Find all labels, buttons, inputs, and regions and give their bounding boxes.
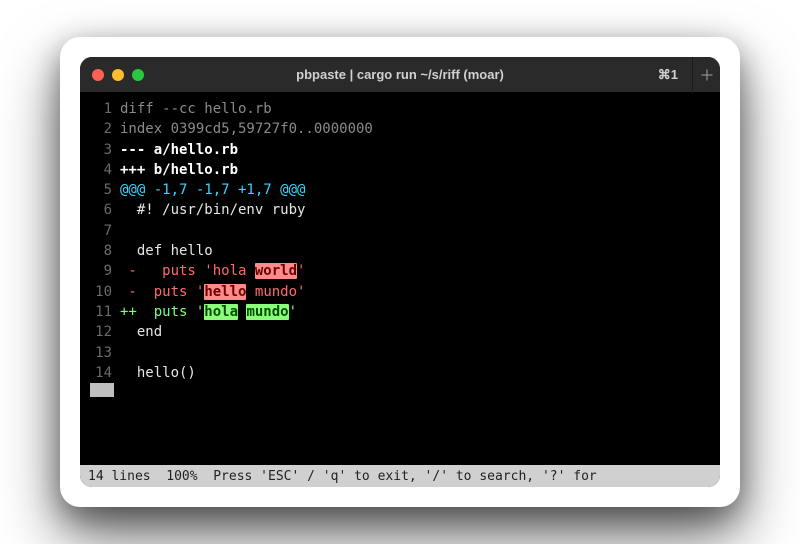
- line-number: 14: [90, 363, 120, 383]
- new-tab-button[interactable]: [692, 57, 720, 93]
- diff-removed: - puts 'hello mundo': [120, 282, 305, 302]
- diff-added: ++ puts 'hola mundo': [120, 302, 297, 322]
- line-number: 1: [90, 99, 120, 119]
- diff-hunk: @@@ -1,7 -1,7 +1,7 @@@: [120, 180, 305, 200]
- line-number: 2: [90, 119, 120, 139]
- minimize-icon[interactable]: [112, 69, 124, 81]
- terminal-window: pbpaste | cargo run ~/s/riff (moar) ⌘1 1…: [80, 57, 720, 487]
- line-number: 9: [90, 261, 120, 281]
- plus-icon: [700, 68, 714, 82]
- diff-index: index 0399cd5,59727f0..0000000: [120, 119, 373, 139]
- zoom-icon[interactable]: [132, 69, 144, 81]
- diff-header: diff --cc hello.rb: [120, 99, 272, 119]
- diff-file-b: +++ b/hello.rb: [120, 160, 238, 180]
- cursor-icon: [90, 383, 114, 397]
- diff-blank: [120, 343, 128, 363]
- window-title: pbpaste | cargo run ~/s/riff (moar): [80, 67, 720, 82]
- status-bar: 14 lines 100% Press 'ESC' / 'q' to exit,…: [80, 465, 720, 487]
- line-number: 10: [90, 282, 120, 302]
- line-number: 7: [90, 221, 120, 241]
- line-number: 13: [90, 343, 120, 363]
- diff-blank: [120, 221, 128, 241]
- line-number: 8: [90, 241, 120, 261]
- diff-context: def hello: [120, 241, 213, 261]
- titlebar: pbpaste | cargo run ~/s/riff (moar) ⌘1: [80, 57, 720, 93]
- traffic-lights: [92, 69, 144, 81]
- line-number: 4: [90, 160, 120, 180]
- diff-file-a: --- a/hello.rb: [120, 140, 238, 160]
- terminal-content[interactable]: 1diff --cc hello.rb 2index 0399cd5,59727…: [80, 93, 720, 465]
- diff-context: hello(): [120, 363, 196, 383]
- line-number: 6: [90, 200, 120, 220]
- line-number: 5: [90, 180, 120, 200]
- diff-removed: - puts 'hola world': [120, 261, 305, 281]
- diff-context: #! /usr/bin/env ruby: [120, 200, 305, 220]
- tab-shortcut: ⌘1: [658, 67, 678, 83]
- line-number: 12: [90, 322, 120, 342]
- close-icon[interactable]: [92, 69, 104, 81]
- line-number: 11: [90, 302, 120, 322]
- diff-context: end: [120, 322, 162, 342]
- line-number: 3: [90, 140, 120, 160]
